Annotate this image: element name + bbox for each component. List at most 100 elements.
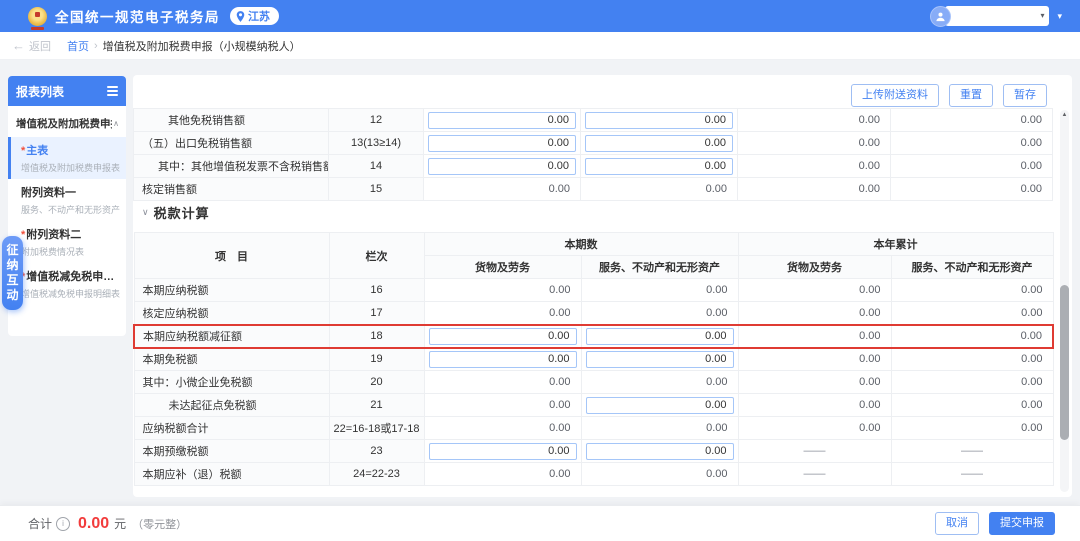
total-unit: 元 <box>114 517 127 531</box>
header-goods-current: 货物及劳务 <box>423 255 582 279</box>
readonly-amount-cell: 0.00 <box>737 177 891 201</box>
vertical-scrollbar[interactable]: ▲ <box>1060 110 1069 492</box>
readonly-amount-cell: 0.00 <box>737 108 891 132</box>
table-row: 本期预缴税额23 ———— <box>133 439 1054 463</box>
sidebar-item-label: 附列资料一 <box>21 187 76 199</box>
amount-input[interactable] <box>585 111 733 129</box>
amount-cell <box>580 131 738 155</box>
user-area: ▾ ▾ <box>930 5 1062 27</box>
breadcrumb: ← 返回 首页 › 增值税及附加税费申报（小规模纳税人） <box>0 32 1080 60</box>
table-row: 应纳税额合计 22=16-18或17-18 0.00 0.00 0.00 0.00 <box>133 416 1054 440</box>
row-column-number: 24=22-23 <box>328 462 425 486</box>
sidebar-item-subtitle: 附加税费情况表 <box>21 247 85 257</box>
upload-attachment-button[interactable]: 上传附送资料 <box>851 84 939 108</box>
row-label: 本期免税额 <box>133 347 330 371</box>
readonly-amount-cell: 0.00 <box>423 393 582 417</box>
sidebar-item-appendix-1[interactable]: 附列资料一服务、不动产和无形资产扣.. <box>8 179 126 221</box>
submit-declaration-button[interactable]: 提交申报 <box>989 511 1055 536</box>
region-badge[interactable]: 江苏 <box>230 7 279 25</box>
amount-input[interactable] <box>428 157 576 175</box>
sidebar-item-label: *附列资料二 <box>21 229 82 241</box>
scroll-up-arrow-icon[interactable]: ▲ <box>1060 112 1069 118</box>
amount-input[interactable] <box>585 350 734 368</box>
amount-cell <box>423 131 581 155</box>
readonly-amount-cell: 0.00 <box>890 393 1054 417</box>
readonly-amount-cell: 0.00 <box>890 108 1053 132</box>
table-row: 其中：其他增值税发票不含税销售额 14 0.00 0.00 <box>133 154 1053 178</box>
top-bar: 全国统一规范电子税务局 江苏 ▾ ▾ <box>0 0 1080 32</box>
readonly-amount-cell: 0.00 <box>890 177 1053 201</box>
amount-input[interactable] <box>428 111 576 129</box>
total-amount: 0.00 <box>78 514 110 532</box>
back-arrow-icon[interactable]: ← <box>12 38 25 53</box>
sidebar-item-appendix-2[interactable]: *附列资料二 附加税费情况表 <box>8 221 126 263</box>
reset-button[interactable]: 重置 <box>949 84 993 108</box>
amount-input[interactable] <box>585 157 733 175</box>
row-label: 本期应纳税额减征额 <box>133 323 330 349</box>
readonly-amount-cell: 0.00 <box>890 370 1054 394</box>
back-button[interactable]: 返回 <box>29 38 51 54</box>
readonly-amount-cell: 0.00 <box>580 462 739 486</box>
table-row: 其中：小微企业免税额 20 0.00 0.00 0.00 0.00 <box>133 370 1054 394</box>
scrollbar-thumb[interactable] <box>1060 285 1069 440</box>
amount-input[interactable] <box>585 396 734 414</box>
save-draft-button[interactable]: 暂存 <box>1003 84 1047 108</box>
readonly-amount-cell: 0.00 <box>737 301 892 325</box>
readonly-amount-cell: 0.00 <box>890 154 1053 178</box>
bottom-bar: 合计 i 0.00 元 （零元整） 取消 提交申报 <box>0 505 1080 541</box>
select-caret-icon: ▾ <box>1040 11 1045 20</box>
amount-input[interactable] <box>585 442 734 460</box>
sidebar-item-main-form[interactable]: *主表 增值税及附加税费申报表 <box>8 137 126 179</box>
user-avatar-icon[interactable] <box>930 5 952 27</box>
table-row: （五）出口免税销售额 13(13≥14) 0.00 0.00 <box>133 131 1053 155</box>
readonly-amount-cell: 0.00 <box>890 278 1054 302</box>
table-row: 其他免税销售额 12 0.00 0.00 <box>133 108 1053 132</box>
table-row: 核定应纳税额 17 0.00 0.00 0.00 0.00 <box>133 301 1054 325</box>
user-select[interactable]: ▾ <box>945 6 1050 26</box>
row-label: 核定应纳税额 <box>133 301 330 325</box>
amount-cell <box>580 108 738 132</box>
row-column-number: 13(13≥14) <box>328 131 424 155</box>
sidebar-group-label: 增值税及附加税费申报... <box>16 118 112 130</box>
breadcrumb-current: 增值税及附加税费申报（小规模纳税人） <box>102 40 301 53</box>
cancel-button[interactable]: 取消 <box>935 511 979 536</box>
bottom-actions: 取消 提交申报 <box>935 511 1055 536</box>
row-label: 本期应纳税额 <box>133 278 330 302</box>
sidebar-item-subtitle: 增值税减免税申报明细表 <box>21 289 120 299</box>
readonly-amount-cell: 0.00 <box>580 278 739 302</box>
sales-table: 其他免税销售额120.000.00（五）出口免税销售额13(13≥14)0.00… <box>133 108 1053 201</box>
sidebar-group[interactable]: 增值税及附加税费申报... ∧ <box>8 106 126 137</box>
readonly-amount-cell: 0.00 <box>423 416 582 440</box>
amount-input[interactable] <box>428 134 576 152</box>
amount-input[interactable] <box>428 350 577 368</box>
sidebar-item-vat-reduction-detail[interactable]: *增值税减免税申报明... 增值税减免税申报明细表 <box>8 263 126 305</box>
row-column-number: 19 <box>328 347 425 371</box>
app-title: 全国统一规范电子税务局 <box>55 10 220 25</box>
amount-input[interactable] <box>428 442 577 460</box>
required-asterisk: * <box>21 229 26 241</box>
collapse-menu-icon[interactable] <box>107 86 118 96</box>
row-column-number: 15 <box>328 177 424 201</box>
topbar-dropdown-caret-icon[interactable]: ▾ <box>1057 11 1062 22</box>
amount-input[interactable] <box>585 327 734 345</box>
sidebar-title: 报表列表 <box>16 84 65 99</box>
not-applicable-cell: —— <box>890 462 1054 486</box>
row-column-number: 22=16-18或17-18 <box>328 416 425 440</box>
readonly-amount-cell: 0.00 <box>890 347 1054 371</box>
amount-input[interactable] <box>585 134 733 152</box>
interaction-float-tab[interactable]: 征纳互动 <box>2 236 23 310</box>
breadcrumb-home-link[interactable]: 首页 <box>67 38 89 54</box>
row-label: 本期应补（退）税额 <box>133 462 330 486</box>
header-year-to-date: 本年累计 <box>737 232 1054 256</box>
location-pin-icon <box>236 10 245 22</box>
readonly-amount-cell: 0.00 <box>890 416 1054 440</box>
amount-input[interactable] <box>428 327 577 345</box>
chevron-up-icon: ∧ <box>113 119 119 128</box>
form-toolbar: 上传附送资料 重置 暂存 <box>851 84 1047 108</box>
row-label: 其中：小微企业免税额 <box>133 370 330 394</box>
amount-cell <box>423 323 582 349</box>
tax-calc-section-header[interactable]: ∨ 税款计算 <box>142 203 210 222</box>
sidebar-header: 报表列表 <box>8 76 126 106</box>
row-label: 本期预缴税额 <box>133 439 330 463</box>
info-icon[interactable]: i <box>56 516 71 531</box>
